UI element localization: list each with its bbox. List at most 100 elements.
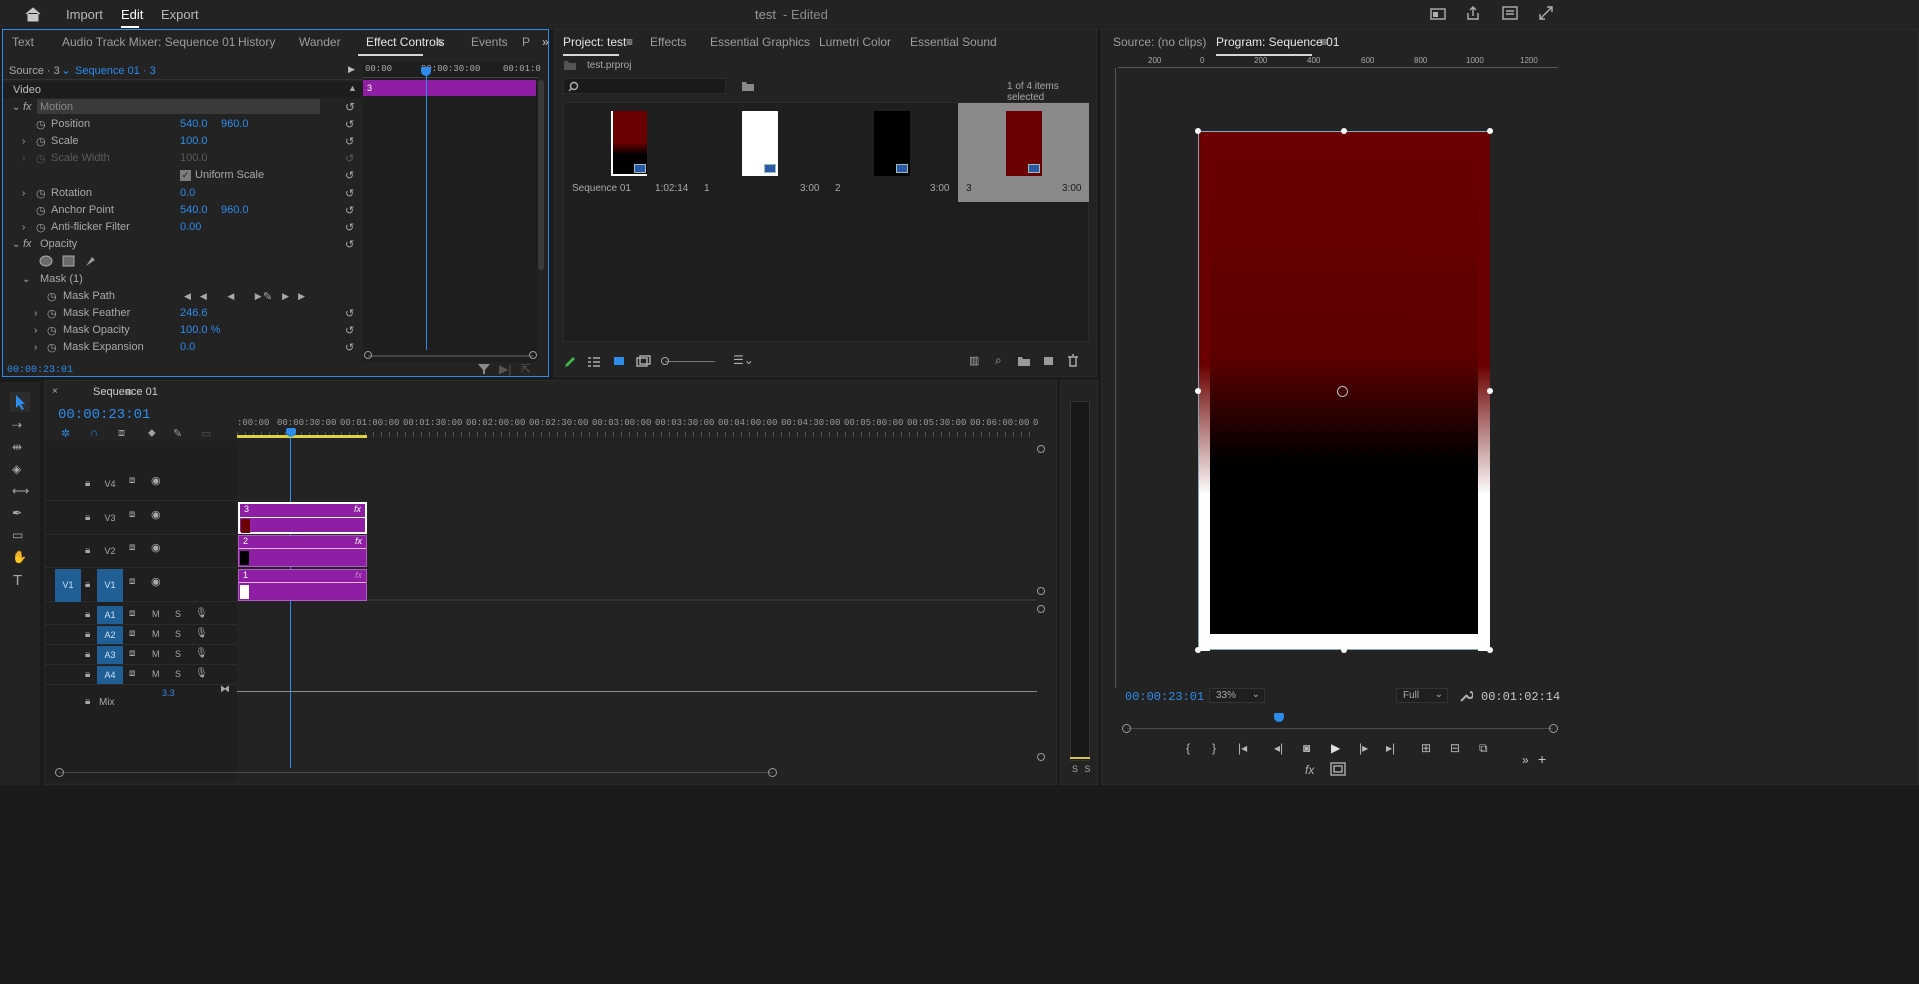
value-1[interactable]: 0.0 [180,187,195,199]
reset-icon[interactable]: ↺ [345,100,355,114]
wrench-icon[interactable]: ✎ [173,427,182,440]
panel-menu-icon[interactable]: ≡ [125,385,132,399]
lock-icon[interactable]: 🔒︎ [85,545,90,556]
extract-icon[interactable]: ⊟ [1450,741,1460,755]
compare-icon[interactable]: ⧉ [1479,741,1488,756]
track-label[interactable]: A3 [97,646,123,664]
project-item-sequence[interactable]: Sequence 01 1:02:14 [564,103,696,202]
sync-lock-icon[interactable]: ⧈ [129,509,135,520]
step-forward-icon[interactable]: |▸ [1359,741,1368,755]
selection-tool-icon[interactable] [10,392,30,412]
source-patch-v1[interactable]: V1 [55,569,81,602]
sort-icon[interactable]: ☰⌄ [733,353,754,367]
audio-track-header-a3[interactable]: 🔒︎ A3 ⧈ M S 🎙︎ [45,645,237,665]
program-timecode[interactable]: 00:00:23:01 [1125,690,1204,704]
microphone-icon[interactable]: 🎙︎ [195,648,208,659]
quality-dropdown[interactable]: Full ⌄ [1396,688,1448,703]
microphone-icon[interactable]: 🎙︎ [195,628,208,639]
step-back-icon[interactable]: ◂| [1274,741,1283,755]
project-item-3-selected[interactable]: 3 3:00 [958,103,1089,202]
tab-audio-mixer[interactable]: Audio Track Mixer: Sequence 01 [62,35,238,49]
fx-icon[interactable]: fx [1305,763,1314,777]
nav-import[interactable]: Import [66,7,103,22]
solo-button[interactable]: S [175,609,181,619]
zoom-slider[interactable] [665,361,715,362]
lock-icon[interactable]: 🔒︎ [85,478,90,489]
play-only-icon[interactable]: ▶| [499,362,511,376]
program-video-frame[interactable] [1195,128,1493,653]
razor-icon[interactable]: ◈ [12,462,21,476]
ec-row-mask-path[interactable]: ◷ Mask Path ◀◀ ◀ ▶ ▶▶ ✎ [3,287,363,305]
lock-icon[interactable]: 🔒︎ [85,669,90,680]
ec-scrollbar[interactable] [538,80,544,270]
ec-row-mask-feather[interactable]: › ◷ Mask Feather 246.6 ↺ [3,304,363,322]
sync-lock-icon[interactable]: ⧈ [129,608,135,619]
sync-lock-icon[interactable]: ⧈ [129,628,135,639]
playhead-handle[interactable] [421,67,431,76]
chevron-down-icon[interactable]: ⌄ [61,63,71,77]
mute-button[interactable]: M [152,669,160,679]
lock-icon[interactable]: 🔒︎ [85,649,90,660]
eye-icon[interactable]: ◉ [151,575,161,588]
ec-row-anchor-point[interactable]: ◷ Anchor Point 540.0 960.0 ↺ [3,201,363,219]
playhead[interactable] [426,68,427,350]
trash-icon[interactable] [1067,354,1079,367]
close-icon[interactable]: × [52,386,58,397]
lock-icon[interactable]: 🔒︎ [85,696,90,707]
reset-icon[interactable]: ↺ [345,118,354,131]
value-1[interactable]: 246.6 [180,307,208,319]
mute-button[interactable]: M [152,609,160,619]
mark-in-icon[interactable]: { [1186,741,1190,755]
export-frame-icon[interactable]: ◙ [1303,741,1310,755]
tab-history[interactable]: History [238,35,299,49]
ec-row-mask[interactable]: ⌄ Mask (1) [3,270,363,288]
go-to-out-icon[interactable]: ▸| [1386,741,1395,755]
tab-text[interactable]: Text [12,35,62,49]
add-button-icon[interactable]: + [1538,751,1546,767]
track-label[interactable]: A4 [97,666,123,684]
safe-margins-icon[interactable] [1330,762,1346,776]
track-label[interactable]: V4 [97,468,123,501]
checkbox-checked[interactable]: ✓ [180,169,191,181]
play-icon[interactable]: ▶ [1331,741,1340,755]
h-scrollbar[interactable] [59,772,773,773]
ec-row-position[interactable]: ◷ Position 540.0 960.0 ↺ [3,115,363,133]
wrench-icon[interactable] [1459,689,1473,703]
track-label[interactable]: V1 [97,569,123,602]
video-track-header-v4[interactable]: 🔒︎ V4 ⧈ ◉ [45,468,237,501]
solo-button[interactable]: S [175,629,181,639]
icon-view-icon[interactable] [613,356,625,367]
tab-events[interactable]: Events [471,35,522,49]
value-2[interactable]: 960.0 [221,118,249,130]
type-tool-icon[interactable]: T [13,572,22,589]
clip-3[interactable]: 3 fx [238,502,367,534]
sync-lock-icon[interactable]: ⧈ [129,475,135,486]
tab-essential-graphics[interactable]: Essential Graphics [710,35,819,49]
nav-export[interactable]: Export [161,7,199,22]
ec-row-motion[interactable]: ⌄ fx Motion ↺ [3,98,363,116]
stopwatch-icon[interactable]: ◷ [36,118,46,131]
work-area-bar[interactable] [237,435,367,438]
ec-row-mask-opacity[interactable]: › ◷ Mask Opacity 100.0 % ↺ [3,321,363,339]
program-playhead[interactable] [1274,713,1284,722]
value-2[interactable]: 960.0 [221,204,249,216]
video-track-header-v3[interactable]: 🔒︎ V3 ⧈ ◉ [45,502,237,535]
tab-essential-sound[interactable]: Essential Sound [910,35,997,49]
overflow-icon[interactable]: » [542,35,549,49]
mute-button[interactable]: M [152,629,160,639]
slip-icon[interactable]: ⟷ [12,484,29,498]
a-scrollbar[interactable] [1037,605,1045,765]
play-icon[interactable]: ▶ [348,64,355,75]
new-item-icon[interactable] [1043,354,1055,366]
ec-clip-bar[interactable]: 3 [363,80,536,96]
lock-icon[interactable]: 🔒︎ [85,629,90,640]
mask-track-controls[interactable]: ◀◀ ◀ ▶ ▶▶ [184,291,314,302]
sync-lock-icon[interactable]: ⧈ [129,648,135,659]
eye-icon[interactable]: ◉ [151,474,161,487]
value-1[interactable]: 540.0 [180,118,208,130]
ec-zoom-bar[interactable] [368,355,533,357]
home-icon[interactable] [24,6,42,22]
tab-project[interactable]: Project: test [563,35,626,49]
mix-value[interactable]: 3.3 [162,688,175,698]
rectangle-mask-icon[interactable] [62,255,75,267]
